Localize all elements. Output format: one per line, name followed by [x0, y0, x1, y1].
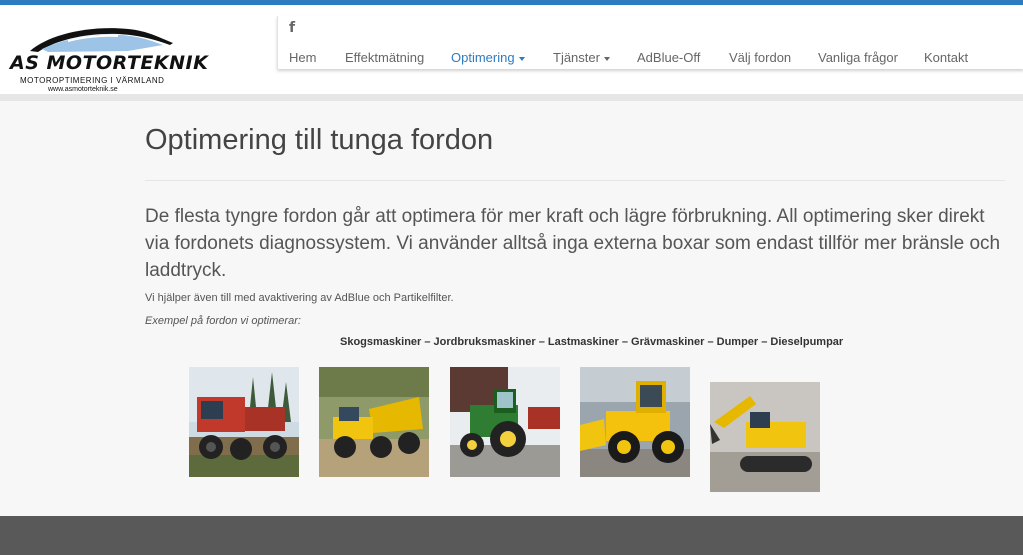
chevron-down-icon [603, 56, 610, 61]
nav-label: Kontakt [924, 50, 969, 65]
logo-tagline: MOTOROPTIMERING I VÄRMLAND [20, 76, 165, 85]
site-logo[interactable]: AS MOTORTEKNIK MOTOROPTIMERING I VÄRMLAN… [8, 21, 208, 97]
wheel-loader-photo [580, 367, 690, 477]
nav-label: Tjänster [553, 50, 600, 65]
title-divider [145, 180, 1005, 181]
lead-paragraph: De flesta tyngre fordon går att optimera… [145, 206, 1001, 281]
nav-item-tjanster[interactable]: Tjänster [553, 50, 610, 65]
dumper-photo [319, 367, 429, 477]
nav-item-adblue-off[interactable]: AdBlue-Off [637, 50, 700, 65]
site-footer [0, 516, 1023, 555]
nav-label: Effektmätning [345, 50, 425, 65]
nav-label: Välj fordon [729, 50, 792, 65]
main-navigation: f Hem Effektmätning Optimering Tjänster … [277, 16, 1023, 69]
logo-url: www.asmotorteknik.se [48, 86, 118, 93]
excavator-photo [710, 382, 820, 492]
nav-label: Vanliga frågor [818, 50, 898, 65]
adblue-note: Vi hjälper även till med avaktivering av… [145, 292, 454, 304]
nav-label: AdBlue-Off [637, 50, 701, 65]
nav-label: Hem [289, 50, 317, 65]
vehicle-types-list: Skogsmaskiner – Jordbruksmaskiner – Last… [340, 336, 844, 348]
page-title: Optimering till tunga fordon [145, 124, 494, 156]
facebook-icon[interactable]: f [289, 20, 295, 36]
nav-item-hem[interactable]: Hem [289, 50, 316, 65]
logo-name: AS MOTORTEKNIK [10, 52, 209, 74]
nav-item-vanliga-fragor[interactable]: Vanliga frågor [818, 50, 898, 65]
chevron-down-icon [518, 56, 525, 61]
site-header: AS MOTORTEKNIK MOTOROPTIMERING I VÄRMLAN… [0, 5, 1023, 96]
forestry-machine-photo [189, 367, 299, 477]
nav-label: Optimering [451, 50, 515, 65]
nav-item-kontakt[interactable]: Kontakt [924, 50, 968, 65]
nav-item-effektmatning[interactable]: Effektmätning [345, 50, 424, 65]
nav-item-optimering[interactable]: Optimering [451, 50, 525, 65]
header-divider [0, 94, 1023, 101]
nav-item-valj-fordon[interactable]: Välj fordon [729, 50, 791, 65]
tractor-photo [450, 367, 560, 477]
examples-label: Exempel på fordon vi optimerar: [145, 315, 301, 327]
